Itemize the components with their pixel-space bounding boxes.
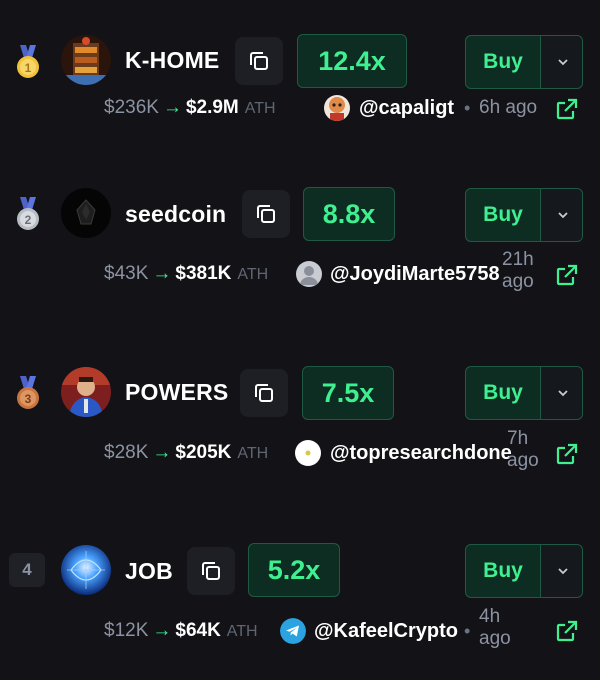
external-link-icon[interactable]: [555, 97, 579, 121]
external-link-icon[interactable]: [555, 263, 579, 287]
buy-options-dropdown[interactable]: [540, 36, 582, 88]
ath-market-cap: $64K: [175, 620, 221, 641]
token-name[interactable]: K-HOME: [125, 47, 219, 74]
ath-multiplier-badge: 8.8x: [303, 187, 395, 241]
token-row-seedcoin[interactable]: 2 seedcoin 8.8x Buy $43K → $381K ATH @Joydi…: [0, 150, 600, 292]
ath-label: ATH: [237, 445, 269, 462]
k-home-avatar: [61, 35, 111, 85]
silver-medal-icon: 2: [11, 196, 45, 230]
copy-icon: [257, 205, 275, 223]
token-row-k-home[interactable]: 1 K-HOME 12.4x Buy $236K → $2.9M ATH @ca…: [0, 0, 600, 121]
caller-handle[interactable]: @topresearchdone: [330, 442, 512, 465]
svg-text:3: 3: [25, 392, 32, 406]
white-circle-avatar-icon[interactable]: [295, 440, 321, 466]
token-name[interactable]: JOB: [125, 558, 173, 585]
call-time: 7h ago: [507, 428, 539, 471]
buy-button-group[interactable]: Buy: [465, 366, 583, 420]
powers-avatar: [61, 367, 111, 417]
buy-options-dropdown[interactable]: [540, 545, 582, 597]
copy-address-button[interactable]: [235, 37, 283, 85]
ath-market-cap: $381K: [175, 263, 232, 284]
call-time: 4h ago: [479, 606, 511, 649]
seedcoin-avatar: [61, 188, 111, 238]
telegram-icon[interactable]: [280, 618, 306, 644]
entry-market-cap: $236K: [104, 97, 159, 118]
arrow-right-icon: →: [152, 442, 172, 463]
buy-button[interactable]: Buy: [466, 189, 540, 241]
external-link-icon[interactable]: [555, 442, 579, 466]
market-cap-stats: $28K → $205K ATH: [104, 442, 268, 464]
ath-market-cap: $205K: [175, 442, 232, 463]
separator-dot: •: [464, 98, 471, 118]
token-name[interactable]: POWERS: [125, 379, 228, 406]
rank-number-badge: 4: [9, 553, 45, 587]
ath-label: ATH: [226, 623, 258, 640]
job-avatar: [61, 545, 111, 595]
svg-text:1: 1: [25, 61, 32, 75]
caller-handle[interactable]: @KafeelCrypto: [314, 620, 458, 643]
entry-market-cap: $28K: [104, 442, 149, 463]
ath-label: ATH: [237, 266, 269, 283]
call-time: 21h ago: [502, 249, 534, 292]
token-row-powers[interactable]: 3 POWERS 7.5x Buy $28K → $205K ATH @topr…: [0, 330, 600, 471]
entry-market-cap: $43K: [104, 263, 149, 284]
caller-handle[interactable]: @capaligt: [359, 97, 454, 120]
entry-market-cap: $12K: [104, 620, 149, 641]
default-user-avatar-icon[interactable]: [296, 261, 322, 287]
chevron-down-icon: [557, 390, 568, 397]
chevron-down-icon: [557, 59, 568, 66]
token-name[interactable]: seedcoin: [125, 201, 226, 228]
buy-button-group[interactable]: Buy: [465, 188, 583, 242]
chevron-down-icon: [557, 568, 568, 575]
arrow-right-icon: →: [152, 263, 172, 284]
ath-market-cap: $2.9M: [185, 97, 239, 118]
buy-options-dropdown[interactable]: [540, 189, 582, 241]
buy-button-group[interactable]: Buy: [465, 544, 583, 598]
call-time: 6h ago: [479, 97, 538, 118]
bronze-medal-icon: 3: [11, 375, 45, 409]
arrow-right-icon: →: [162, 97, 182, 118]
copy-address-button[interactable]: [240, 369, 288, 417]
ath-multiplier-badge: 7.5x: [302, 366, 394, 420]
buy-button[interactable]: Buy: [466, 545, 540, 597]
buy-button[interactable]: Buy: [466, 367, 540, 419]
buy-button-group[interactable]: Buy: [465, 35, 583, 89]
copy-icon: [250, 52, 268, 70]
chevron-down-icon: [557, 212, 568, 219]
buy-button[interactable]: Buy: [466, 36, 540, 88]
copy-icon: [255, 384, 273, 402]
arrow-right-icon: →: [152, 620, 172, 641]
ath-multiplier-badge: 5.2x: [248, 543, 340, 597]
token-row-job[interactable]: 4 JOB 5.2x Buy $12K → $64K ATH @KafeelCr…: [0, 510, 600, 649]
caller-handle[interactable]: @JoydiMarte5758: [330, 263, 500, 286]
ath-multiplier-badge: 12.4x: [297, 34, 407, 88]
gold-medal-icon: 1: [11, 44, 45, 78]
ath-label: ATH: [244, 100, 276, 117]
separator-dot: •: [464, 621, 471, 641]
market-cap-stats: $236K → $2.9M ATH: [104, 97, 276, 119]
market-cap-stats: $12K → $64K ATH: [104, 620, 258, 642]
market-cap-stats: $43K → $381K ATH: [104, 263, 268, 285]
copy-address-button[interactable]: [242, 190, 290, 238]
svg-text:2: 2: [25, 213, 32, 227]
cartoon-avatar-icon[interactable]: [324, 95, 350, 121]
external-link-icon[interactable]: [555, 619, 579, 643]
buy-options-dropdown[interactable]: [540, 367, 582, 419]
copy-address-button[interactable]: [187, 547, 235, 595]
copy-icon: [202, 562, 220, 580]
